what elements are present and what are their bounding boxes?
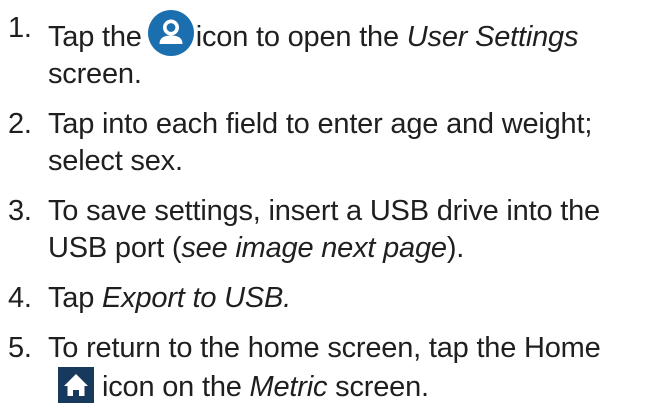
step-text-middle: icon to open the [195,21,399,53]
step-text: To save settings, insert a USB drive int… [48,193,653,267]
step-emphasis: see image next page [181,232,447,264]
step-number: 5. [8,332,32,364]
step-emphasis: Export to USB. [102,282,292,314]
step-number: 4. [8,282,32,314]
step-text-after: ). [446,232,465,264]
step-4: 4. Tap Export to USB. [8,280,653,317]
step-text: Tap the icon to open the User Settings sc… [48,10,653,93]
step-3: 3. To save settings, insert a USB drive … [8,193,653,267]
step-text: Tap into each field to enter age and wei… [48,108,593,177]
step-text: Tap Export to USB. [48,280,653,317]
step-1: 1. Tap the icon to open the User Settings… [8,10,653,93]
step-text-before: To return to the home screen, tap the Ho… [48,332,601,364]
step-number: 1. [8,12,32,44]
step-text-before: Tap [48,282,95,314]
instruction-list: 1. Tap the icon to open the User Settings… [8,10,653,406]
step-text-before: Tap the [48,21,142,53]
step-emphasis: User Settings [406,21,579,53]
home-icon [58,367,94,403]
step-number: 3. [8,195,32,227]
user-icon [147,10,194,56]
step-2: 2. Tap into each field to enter age and … [8,106,653,180]
step-text-middle: icon on the [102,371,242,403]
step-number: 2. [8,108,32,140]
step-text-after: screen. [48,58,142,90]
step-emphasis: Metric [249,371,328,403]
step-text-after: screen. [335,371,429,403]
